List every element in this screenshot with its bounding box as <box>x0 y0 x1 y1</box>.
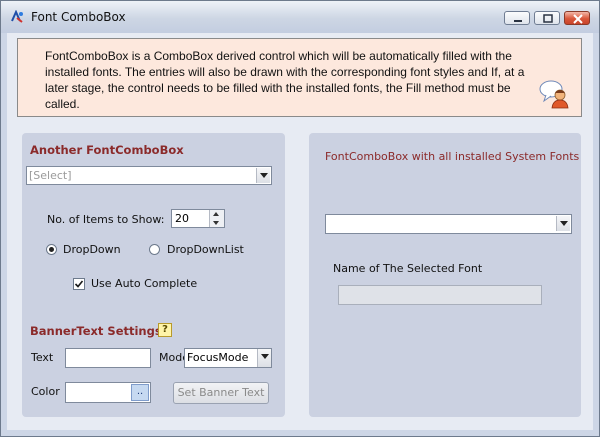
left-panel: Another FontComboBox [Select] No. of Ite… <box>22 133 285 417</box>
selected-font-field <box>338 285 542 305</box>
chevron-down-icon[interactable] <box>257 349 271 367</box>
another-fontcombobox-heading: Another FontComboBox <box>30 143 184 157</box>
items-to-show-value: 20 <box>175 212 189 225</box>
items-to-show-label: No. of Items to Show: <box>47 213 165 226</box>
banner-text-input[interactable] <box>65 348 151 368</box>
close-button[interactable] <box>564 11 590 25</box>
info-text: FontComboBox is a ComboBox derived contr… <box>45 49 525 111</box>
dropdownlist-radio-label[interactable]: DropDownList <box>167 243 244 256</box>
right-panel: FontComboBox with all installed System F… <box>309 133 581 417</box>
spinner-buttons[interactable] <box>209 210 224 227</box>
system-fonts-heading: FontComboBox with all installed System F… <box>325 150 580 163</box>
minimize-icon <box>514 20 522 22</box>
color-browse-button[interactable]: .. <box>131 384 149 401</box>
mode-value: FocusMode <box>187 351 249 364</box>
another-fontcombobox[interactable]: [Select] <box>26 166 272 185</box>
selected-font-label: Name of The Selected Font <box>333 262 483 275</box>
checkmark-icon <box>74 280 84 288</box>
mode-select-arrow[interactable] <box>255 349 271 367</box>
combo-placeholder: [Select] <box>29 169 72 182</box>
close-icon <box>573 14 583 24</box>
help-person-icon <box>538 77 570 109</box>
text-label: Text <box>31 351 54 364</box>
dropdown-radio[interactable] <box>46 244 57 255</box>
system-fonts-combobox[interactable] <box>325 214 572 234</box>
banner-text-heading: BannerText Settings <box>30 324 162 338</box>
mode-select[interactable]: FocusMode <box>184 348 272 368</box>
client-area: FontComboBox is a ComboBox derived contr… <box>7 33 593 430</box>
chevron-down-icon[interactable] <box>256 168 270 183</box>
main-window: Font ComboBox FontComboBox is a ComboBox… <box>0 0 600 437</box>
window-title: Font ComboBox <box>31 10 126 24</box>
chevron-down-icon[interactable] <box>556 216 570 231</box>
set-banner-text-button[interactable]: Set Banner Text <box>173 382 269 404</box>
info-box: FontComboBox is a ComboBox derived contr… <box>17 38 582 117</box>
dropdown-radio-label[interactable]: DropDown <box>63 243 121 256</box>
auto-complete-checkbox[interactable] <box>73 278 85 290</box>
maximize-icon <box>543 14 553 23</box>
auto-complete-label[interactable]: Use Auto Complete <box>91 277 197 290</box>
minimize-button[interactable] <box>504 11 530 25</box>
maximize-button[interactable] <box>534 11 560 25</box>
items-to-show-spinner[interactable]: 20 <box>171 209 225 228</box>
color-label: Color <box>31 385 60 398</box>
dropdownlist-radio[interactable] <box>149 244 160 255</box>
color-picker[interactable]: .. <box>65 382 151 403</box>
hint-icon[interactable]: ? <box>158 323 172 337</box>
app-icon <box>10 9 24 24</box>
title-bar[interactable]: Font ComboBox <box>1 1 599 33</box>
